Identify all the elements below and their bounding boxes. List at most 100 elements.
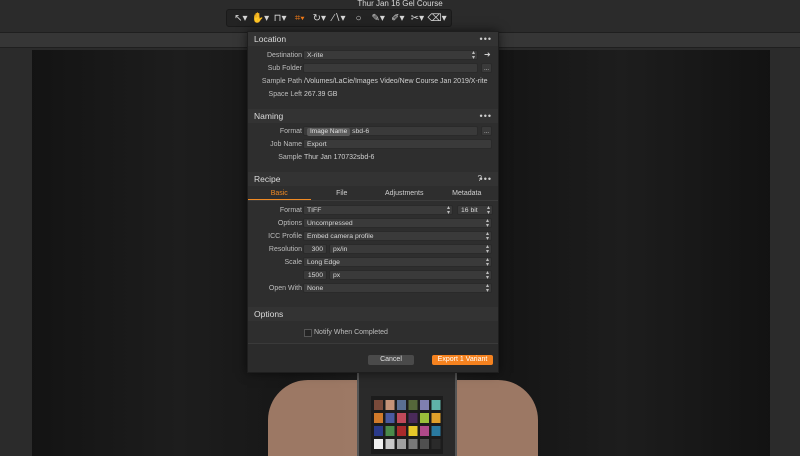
color-swatch xyxy=(408,400,418,410)
job-name-input[interactable]: Export xyxy=(303,139,492,149)
location-section-header[interactable]: Location ••• xyxy=(248,32,498,46)
more-icon[interactable]: ••• xyxy=(480,172,492,186)
color-swatch xyxy=(374,413,383,423)
open-with-select[interactable]: None ▴ ▾ xyxy=(303,283,492,294)
dialog-footer: Cancel Export 1 Variant xyxy=(248,343,498,372)
sample-path-label: Sample Path xyxy=(261,78,302,85)
arrow-right-icon[interactable]: ➜ xyxy=(484,50,491,59)
tab-adjustments[interactable]: Adjustments xyxy=(373,188,436,200)
scale-label: Scale xyxy=(284,259,302,266)
job-name-label: Job Name xyxy=(270,141,302,148)
color-swatch xyxy=(420,413,429,423)
stepper-icon: ▴ ▾ xyxy=(485,231,489,242)
space-left-value: 267.39 GB xyxy=(304,91,338,98)
resolution-unit-select[interactable]: px/in ▴ ▾ xyxy=(329,244,492,255)
resolution-input[interactable]: 300 xyxy=(303,244,327,254)
color-swatch xyxy=(431,400,441,410)
sample-path-value: /Volumes/LaCie/Images Video/New Course J… xyxy=(304,78,488,85)
color-swatch xyxy=(385,413,395,423)
color-swatch xyxy=(408,439,418,449)
options-label: Options xyxy=(277,220,302,227)
color-checker-swatches xyxy=(371,396,443,454)
more-icon[interactable]: ••• xyxy=(480,32,492,46)
stepper-icon: ▴ ▾ xyxy=(485,244,489,255)
scale-size-input[interactable]: 1500 xyxy=(303,270,327,280)
color-checker-image xyxy=(357,368,457,456)
naming-format-input[interactable]: Image Name sbd-6 xyxy=(303,126,478,136)
destination-value: X-rite xyxy=(307,52,324,59)
brush-icon[interactable]: ✐▾ xyxy=(389,11,407,25)
color-swatch xyxy=(397,426,406,436)
subfolder-input[interactable] xyxy=(303,63,478,73)
stepper-icon: ▴ ▾ xyxy=(485,270,489,281)
options-section-header[interactable]: Options xyxy=(248,307,498,321)
color-swatch xyxy=(385,426,395,436)
subfolder-browse-button[interactable]: ... xyxy=(481,63,492,73)
naming-section-header[interactable]: Naming ••• xyxy=(248,109,498,123)
export-dialog: Location ••• Destination X-rite ▴ ▾ ➜ Sub… xyxy=(247,31,499,373)
options-select[interactable]: Uncompressed ▴ ▾ xyxy=(303,218,492,229)
color-swatch xyxy=(431,439,441,449)
recipe-format-select[interactable]: TIFF ▴ ▾ xyxy=(303,205,453,216)
color-swatch xyxy=(385,400,395,410)
color-swatch xyxy=(420,439,429,449)
icc-profile-select[interactable]: Embed camera profile ▴ ▾ xyxy=(303,231,492,242)
recipe-format-label: Format xyxy=(279,207,302,214)
color-swatch xyxy=(397,400,406,410)
destination-label: Destination xyxy=(266,52,302,59)
color-swatch xyxy=(408,413,418,423)
tool-palette: ↖▾ ✋▾ ⊓▾ ⌗▾ ↻▾ ∕∖▾ ○ ✎▾ ✐▾ ✂▾ ⌫▾ xyxy=(226,9,452,27)
stepper-icon: ▴ ▾ xyxy=(471,50,475,61)
destination-select[interactable]: X-rite ▴ ▾ xyxy=(303,50,478,61)
pan-icon[interactable]: ✋▾ xyxy=(251,11,269,25)
stepper-icon: ▴ ▾ xyxy=(446,205,450,216)
cancel-button[interactable]: Cancel xyxy=(368,355,414,365)
color-swatch xyxy=(374,426,383,436)
more-icon[interactable]: ••• xyxy=(480,109,492,123)
recipe-title: Recipe xyxy=(254,174,281,184)
color-swatch xyxy=(397,439,406,449)
export-button[interactable]: Export 1 Variant xyxy=(432,355,493,365)
color-swatch xyxy=(408,426,418,436)
rotate-icon[interactable]: ↻▾ xyxy=(310,11,328,25)
color-swatch xyxy=(431,413,441,423)
crop-icon[interactable]: ⊓▾ xyxy=(271,11,289,25)
stepper-icon: ▴ ▾ xyxy=(485,283,489,294)
icc-profile-label: ICC Profile xyxy=(268,233,302,240)
keystone-icon[interactable]: ∕∖▾ xyxy=(330,11,348,25)
circle-icon[interactable]: ○ xyxy=(350,11,368,25)
scale-select[interactable]: Long Edge ▴ ▾ xyxy=(303,257,492,268)
color-swatch xyxy=(420,400,429,410)
stepper-icon: ▴ ▾ xyxy=(485,257,489,268)
color-swatch xyxy=(431,426,441,436)
tab-basic[interactable]: Basic xyxy=(248,188,311,200)
notify-checkbox[interactable] xyxy=(304,329,312,337)
options-title: Options xyxy=(254,309,284,319)
recipe-section-header[interactable]: Recipe ? ••• xyxy=(248,172,498,186)
notify-label[interactable]: Notify When Completed xyxy=(314,329,388,336)
color-swatch xyxy=(374,400,383,410)
gradient-icon[interactable]: ⌫▾ xyxy=(427,11,446,25)
stepper-icon: ▴ ▾ xyxy=(485,218,489,229)
crop-icon[interactable]: ⌗▾ xyxy=(291,11,309,25)
color-swatch xyxy=(374,439,383,449)
naming-format-label: Format xyxy=(279,128,302,135)
space-left-label: Space Left xyxy=(268,91,302,98)
open-with-label: Open With xyxy=(268,285,302,292)
color-swatch xyxy=(397,413,406,423)
location-title: Location xyxy=(254,34,287,44)
picker-icon[interactable]: ✎▾ xyxy=(369,11,387,25)
select-icon[interactable]: ↖▾ xyxy=(232,11,250,25)
resolution-label: Resolution xyxy=(268,246,302,253)
image-name-token[interactable]: Image Name xyxy=(307,128,351,136)
tab-metadata[interactable]: Metadata xyxy=(436,188,499,200)
naming-browse-button[interactable]: ... xyxy=(481,126,492,136)
color-swatch xyxy=(420,426,429,436)
sample-label: Sample xyxy=(278,154,302,161)
scale-unit-select[interactable]: px ▴ ▾ xyxy=(329,270,492,281)
eraser-icon[interactable]: ✂▾ xyxy=(408,11,426,25)
bit-depth-select[interactable]: 16 bit ▴ ▾ xyxy=(457,205,493,216)
color-swatch xyxy=(385,439,395,449)
sample-value: Thur Jan 170732sbd-6 xyxy=(304,154,375,161)
tab-file[interactable]: File xyxy=(311,188,374,200)
